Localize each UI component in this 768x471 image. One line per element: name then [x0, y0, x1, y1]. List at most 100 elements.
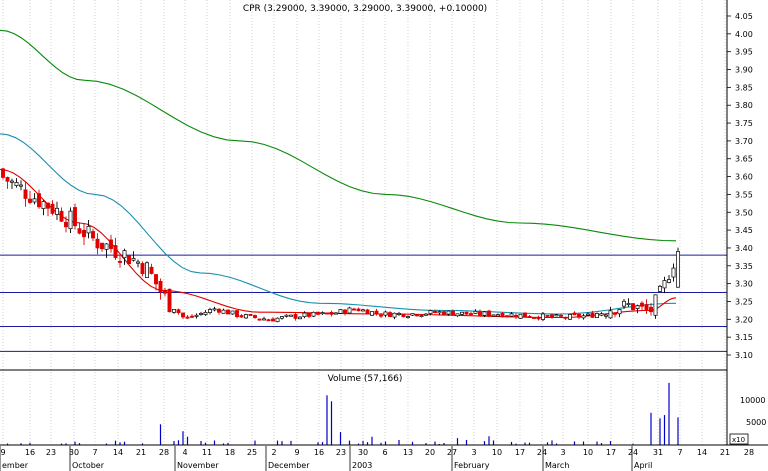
candle-body: [370, 311, 374, 316]
candle-body: [95, 238, 100, 249]
candle-body: [86, 226, 91, 234]
candle-body: [613, 312, 617, 315]
candle-body: [622, 300, 626, 307]
candle-body: [374, 310, 379, 314]
day-tick-label: 21: [136, 448, 146, 457]
candle-body: [541, 313, 545, 320]
candle-body: [514, 314, 518, 318]
candle-body: [518, 313, 523, 319]
candle-body: [59, 210, 64, 222]
price-tick-label: 3.25: [735, 297, 753, 306]
candle-body: [185, 316, 190, 319]
candle-body: [626, 303, 631, 305]
candle-body: [239, 315, 244, 318]
candle-body: [379, 314, 383, 317]
candle-body: [118, 260, 122, 263]
candle-body: [167, 288, 172, 313]
candle-body: [640, 302, 644, 307]
candle-body: [311, 311, 316, 317]
candle-body: [230, 310, 235, 315]
candle-body: [194, 314, 199, 317]
candle-body: [307, 312, 311, 317]
day-tick-label: 10: [583, 448, 593, 457]
candle-body: [293, 314, 298, 319]
price-tick-label: 3.15: [735, 333, 753, 342]
candle-body: [631, 303, 635, 311]
candle-body: [154, 274, 158, 285]
candle-body: [181, 312, 185, 318]
candle-body: [64, 221, 68, 228]
price-chart-title: CPR (3.29000, 3.39000, 3.29000, 3.39000,…: [243, 4, 487, 14]
stock-chart: CPR (3.29000, 3.39000, 3.29000, 3.39000,…: [0, 0, 768, 471]
candle-body: [122, 250, 127, 259]
price-tick-label: 3.30: [735, 280, 753, 289]
day-tick-label: 17: [515, 448, 525, 457]
candle-body: [325, 312, 329, 315]
candle-body: [163, 289, 167, 294]
price-tick-label: 3.60: [735, 173, 753, 182]
day-tick-label: 24: [628, 448, 638, 457]
candle-body: [316, 311, 320, 315]
candle-body: [172, 308, 176, 313]
day-tick-label: 14: [697, 448, 707, 457]
candle-body: [356, 308, 361, 312]
candle-body: [563, 316, 568, 319]
day-tick-label: 13: [403, 448, 413, 457]
candle-body: [464, 311, 469, 315]
day-tick-label: 17: [606, 448, 616, 457]
volume-unit-label: x10: [732, 436, 745, 444]
day-tick-label: 23: [336, 448, 346, 457]
price-tick-label: 3.90: [735, 66, 753, 75]
day-tick-label: 9: [0, 448, 5, 457]
candle-body: [14, 182, 19, 186]
candle-body: [104, 243, 109, 250]
candle-body: [361, 309, 365, 312]
day-tick-label: 10: [492, 448, 502, 457]
day-tick-label: 2: [271, 448, 276, 457]
candle-body: [415, 314, 419, 317]
candle-body: [1, 168, 5, 178]
candle-body: [284, 314, 289, 317]
month-label: October: [72, 461, 105, 470]
candle-body: [190, 315, 194, 318]
candle-body: [77, 228, 82, 234]
candle-body: [442, 311, 446, 316]
candle-body: [217, 308, 221, 313]
price-tick-label: 3.70: [735, 137, 753, 146]
day-tick-label: 7: [677, 448, 682, 457]
month-label: February: [454, 461, 490, 470]
price-tick-label: 3.55: [735, 190, 753, 199]
candle-body: [527, 316, 532, 318]
candle-body: [662, 280, 667, 289]
candle-body: [41, 201, 46, 209]
candle-body: [262, 318, 266, 321]
candle-body: [500, 312, 505, 318]
candle-body: [365, 309, 370, 315]
month-label: November: [177, 461, 219, 470]
candle-body: [644, 304, 649, 311]
candle-body: [509, 313, 514, 317]
candle-body: [82, 230, 86, 238]
candle-body: [559, 314, 563, 317]
day-tick-label: 16: [25, 448, 35, 457]
candle-body: [536, 316, 541, 320]
candle-body: [131, 258, 136, 261]
candle-body: [667, 279, 671, 283]
price-tick-label: 3.50: [735, 208, 753, 217]
candle-body: [23, 189, 28, 199]
day-tick-label: 31: [653, 448, 663, 457]
day-tick-label: 11: [202, 448, 212, 457]
candle-body: [248, 314, 253, 316]
candle-body: [487, 310, 491, 317]
candle-body: [383, 311, 388, 316]
candle-body: [572, 312, 577, 316]
candle-body: [19, 184, 23, 187]
price-tick-label: 3.10: [735, 351, 753, 360]
candle-body: [586, 313, 590, 316]
day-tick-label: 23: [46, 448, 56, 457]
candle-body: [590, 312, 595, 318]
candle-body: [469, 313, 473, 316]
candle-body: [523, 312, 527, 317]
month-label: ember: [2, 461, 29, 470]
candle-body: [68, 210, 73, 230]
